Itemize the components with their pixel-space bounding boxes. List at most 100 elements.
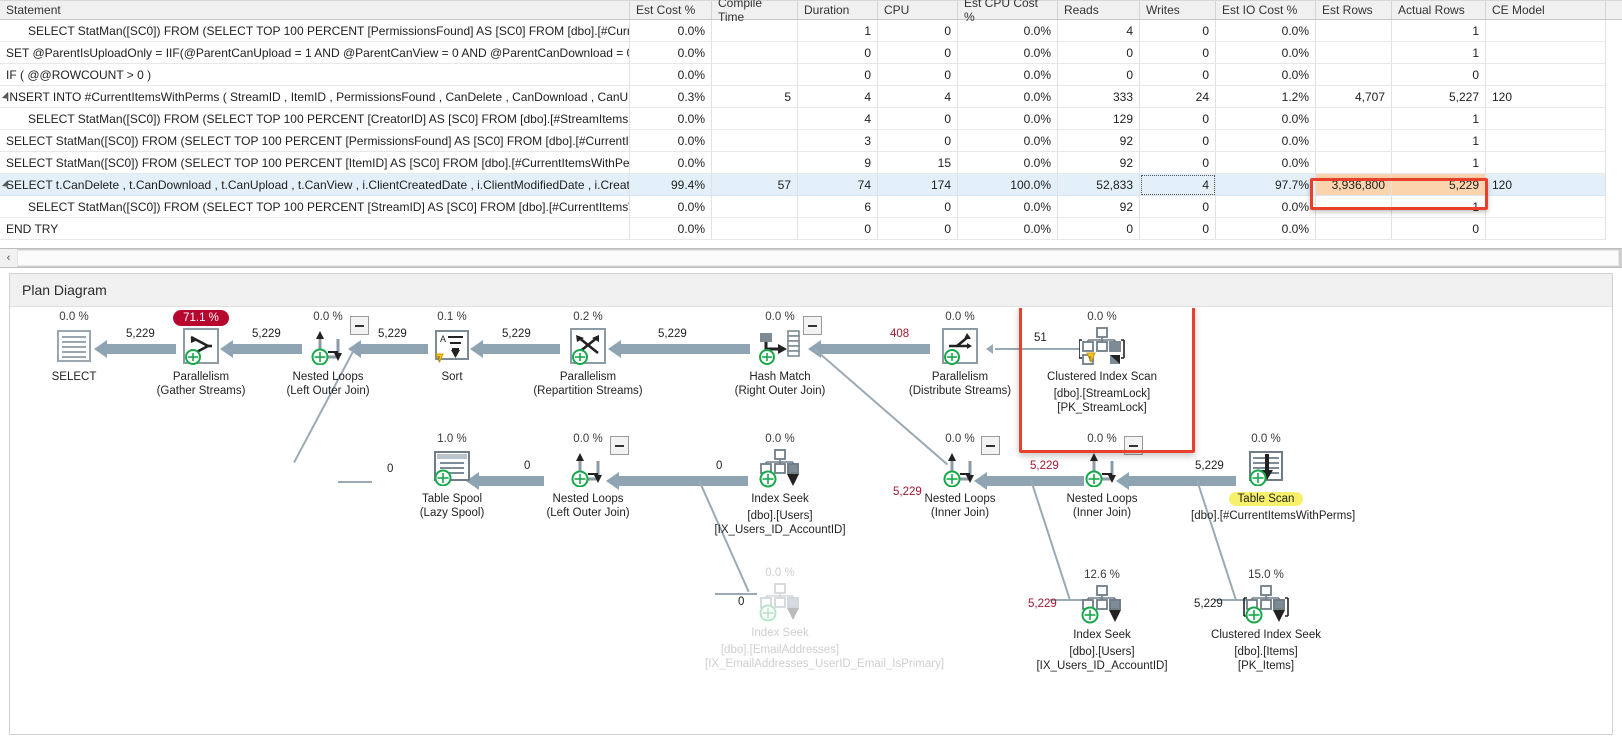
cell-actual-rows[interactable]: 0 [1392,64,1486,86]
cell-est-io-cost[interactable]: 97.7% [1216,174,1316,196]
chevron-left-icon[interactable]: ‹ [0,249,17,267]
column-header-compile-time[interactable]: Compile Time [712,0,798,24]
cell-duration[interactable]: 0 [798,218,878,240]
cell-reads[interactable]: 92 [1058,152,1140,174]
cell-cpu[interactable]: 174 [878,174,958,196]
cell-actual-rows[interactable]: 1 [1392,152,1486,174]
cell-est-rows[interactable] [1316,130,1392,152]
column-header-duration[interactable]: Duration [798,1,878,19]
column-header-est-cpu-cost[interactable]: Est CPU Cost % [958,0,1058,24]
cell-cpu[interactable]: 0 [878,64,958,86]
cell-duration[interactable]: 4 [798,86,878,108]
table-row[interactable]: INSERT INTO #CurrentItemsWithPerms ( Str… [0,86,1622,108]
cell-est-cost[interactable]: 0.0% [630,42,712,64]
cell-statement[interactable]: IF ( @@ROWCOUNT > 0 ) [0,64,630,86]
table-row[interactable]: END TRY 0.0% 0 0 0.0% 0 0 0.0% 0 [0,218,1622,240]
column-header-est-io-cost[interactable]: Est IO Cost % [1216,1,1316,19]
cell-ce-model[interactable] [1486,218,1606,240]
cell-est-rows[interactable] [1316,64,1392,86]
cell-actual-rows[interactable]: 1 [1392,20,1486,42]
cell-est-cpu-cost[interactable]: 0.0% [958,218,1058,240]
cell-reads[interactable]: 0 [1058,218,1140,240]
grid-body[interactable]: SELECT StatMan([SC0]) FROM (SELECT TOP 1… [0,20,1622,240]
cell-duration[interactable]: 1 [798,20,878,42]
cell-reads[interactable]: 4 [1058,20,1140,42]
cell-est-io-cost[interactable]: 0.0% [1216,152,1316,174]
plan-node-index-seek-users-bottom[interactable]: 12.6 % Index Seek [dbo].[Users] [IX_User… [1027,568,1177,673]
cell-compile-time[interactable] [712,218,798,240]
cell-statement[interactable]: SELECT t.CanDelete , t.CanDownload , t.C… [0,174,630,196]
cell-ce-model[interactable] [1486,152,1606,174]
plan-node-index-seek-email-addresses[interactable]: 0.0 % Index Seek [dbo].[EmailAddresses] … [705,566,944,671]
cell-est-cpu-cost[interactable]: 0.0% [958,42,1058,64]
cell-ce-model[interactable] [1486,108,1606,130]
table-row[interactable]: SELECT StatMan([SC0]) FROM (SELECT TOP 1… [0,196,1622,218]
column-header-ce-model[interactable]: CE Model [1486,1,1606,19]
cell-cpu[interactable]: 0 [878,196,958,218]
cell-est-cost[interactable]: 0.3% [630,86,712,108]
cell-reads[interactable]: 0 [1058,64,1140,86]
expand-collapse-icon[interactable] [3,180,13,190]
cell-est-cost[interactable]: 0.0% [630,20,712,42]
table-row[interactable]: SELECT StatMan([SC0]) FROM (SELECT TOP 1… [0,130,1622,152]
cell-est-cpu-cost[interactable]: 100.0% [958,174,1058,196]
cell-est-rows[interactable] [1316,218,1392,240]
table-row[interactable]: SELECT StatMan([SC0]) FROM (SELECT TOP 1… [0,108,1622,130]
plan-node-index-seek-users-mid[interactable]: 0.0 % Index Seek [dbo].[Users] [IX_Users… [705,432,855,537]
cell-est-cost[interactable]: 0.0% [630,130,712,152]
cell-cpu[interactable]: 15 [878,152,958,174]
cell-writes[interactable]: 0 [1140,152,1216,174]
cell-compile-time[interactable] [712,64,798,86]
cell-est-io-cost[interactable]: 0.0% [1216,64,1316,86]
cell-compile-time[interactable]: 5 [712,86,798,108]
cell-reads[interactable]: 0 [1058,42,1140,64]
cell-ce-model[interactable] [1486,130,1606,152]
cell-cpu[interactable]: 0 [878,42,958,64]
cell-est-cpu-cost[interactable]: 0.0% [958,130,1058,152]
cell-est-io-cost[interactable]: 0.0% [1216,196,1316,218]
cell-compile-time[interactable] [712,152,798,174]
horizontal-scrollbar[interactable]: ‹ [0,248,1622,268]
cell-actual-rows[interactable]: 1 [1392,196,1486,218]
cell-statement[interactable]: SET @ParentIsUploadOnly = IIF(@ParentCan… [0,42,630,64]
column-header-statement[interactable]: Statement [0,1,630,19]
cell-reads[interactable]: 52,833 [1058,174,1140,196]
cell-statement[interactable]: SELECT StatMan([SC0]) FROM (SELECT TOP 1… [0,20,630,42]
cell-est-io-cost[interactable]: 1.2% [1216,86,1316,108]
cell-writes[interactable]: 0 [1140,64,1216,86]
plan-node-hash-match-right-outer-join[interactable]: 0.0 % Hash Match (Right Outer Join) [705,310,855,398]
cell-compile-time[interactable] [712,108,798,130]
table-row[interactable]: SELECT t.CanDelete , t.CanDownload , t.C… [0,174,1622,196]
cell-est-cpu-cost[interactable]: 0.0% [958,108,1058,130]
cell-statement[interactable]: SELECT StatMan([SC0]) FROM (SELECT TOP 1… [0,196,630,218]
plan-node-clustered-index-scan[interactable]: 0.0 % ! Clustered Index Scan [dbo].[Stre… [1027,310,1177,415]
cell-actual-rows[interactable]: 0 [1392,218,1486,240]
cell-est-rows[interactable] [1316,108,1392,130]
cell-est-io-cost[interactable]: 0.0% [1216,20,1316,42]
cell-est-cost[interactable]: 0.0% [630,108,712,130]
cell-ce-model[interactable] [1486,64,1606,86]
cell-est-io-cost[interactable]: 0.0% [1216,130,1316,152]
cell-writes[interactable]: 0 [1140,130,1216,152]
cell-est-rows[interactable]: 3,936,800 [1316,174,1392,196]
cell-est-cost[interactable]: 0.0% [630,196,712,218]
cell-compile-time[interactable] [712,42,798,64]
plan-node-nested-loops-inner-join-1[interactable]: 0.0 % Nested Loops (Inner Join) [885,432,1035,520]
cell-est-cost[interactable]: 0.0% [630,152,712,174]
plan-node-parallelism-repartition-streams[interactable]: 0.2 % Parallelism (Repartition Streams) [513,310,663,398]
cell-cpu[interactable]: 0 [878,20,958,42]
cell-actual-rows[interactable]: 1 [1392,108,1486,130]
plan-diagram-canvas[interactable]: 5,229 5,229 5,229 5,229 5,229 408 51 0 0… [10,308,1612,734]
table-row[interactable]: SELECT StatMan([SC0]) FROM (SELECT TOP 1… [0,152,1622,174]
column-header-writes[interactable]: Writes [1140,1,1216,19]
cell-est-io-cost[interactable]: 0.0% [1216,218,1316,240]
cell-ce-model[interactable] [1486,20,1606,42]
cell-est-cpu-cost[interactable]: 0.0% [958,196,1058,218]
table-row[interactable]: IF ( @@ROWCOUNT > 0 ) 0.0% 0 0 0.0% 0 0 0.0% 0 [0,64,1622,86]
cell-actual-rows[interactable]: 5,227 [1392,86,1486,108]
cell-est-io-cost[interactable]: 0.0% [1216,42,1316,64]
plan-node-nested-loops-left-outer-join-mid[interactable]: 0.0 % Nested Loops (Left Outer Join) [513,432,663,520]
cell-duration[interactable]: 9 [798,152,878,174]
cell-compile-time[interactable] [712,130,798,152]
cell-ce-model[interactable] [1486,196,1606,218]
